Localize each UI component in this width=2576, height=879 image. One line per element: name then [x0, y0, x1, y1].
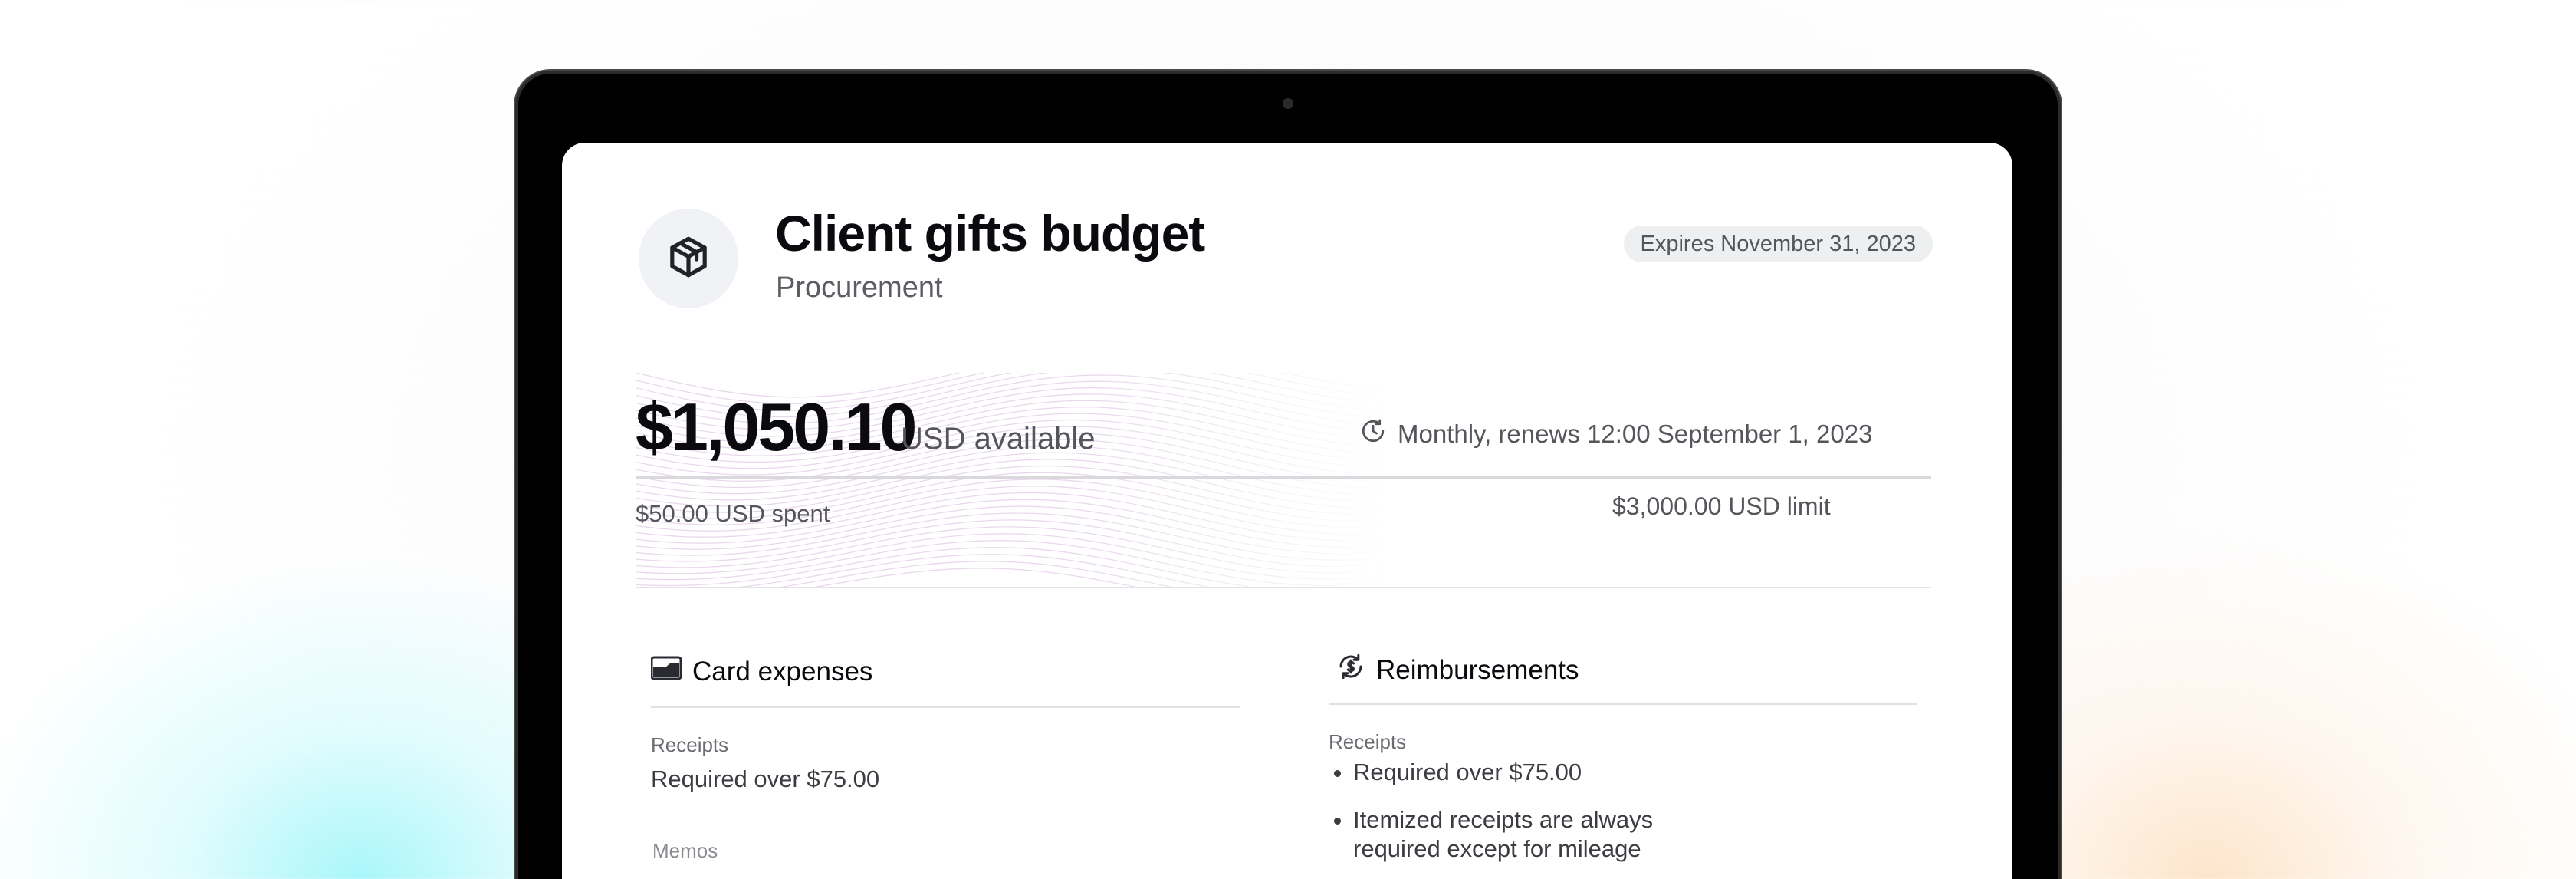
list-item: Required over $75.00	[1353, 758, 1691, 787]
spend-progress-track	[636, 476, 1931, 479]
card-expenses-heading: Card expenses	[650, 655, 873, 688]
list-item: Itemized receipts are always required ex…	[1353, 805, 1691, 864]
clock-icon	[1359, 417, 1387, 451]
page-title: Client gifts budget	[775, 205, 1205, 262]
limit-amount: $3,000.00 USD limit	[1612, 492, 1831, 520]
reimbursement-receipts-label: Receipts	[1329, 730, 1407, 753]
camera-dot	[1283, 98, 1293, 109]
card-expenses-rule	[651, 706, 1240, 708]
available-label: USD available	[901, 422, 1096, 456]
department-label: Procurement	[776, 272, 943, 304]
reimbursements-title: Reimbursements	[1376, 654, 1579, 685]
card-expenses-title: Card expenses	[692, 656, 873, 686]
budget-screen: Client gifts budget Procurement Expires …	[562, 143, 2013, 879]
laptop-frame: Client gifts budget Procurement Expires …	[518, 74, 2058, 879]
card-memos-label: Memos	[652, 839, 718, 862]
box-icon	[665, 233, 712, 285]
card-receipts-label: Receipts	[651, 733, 729, 756]
spent-amount: $50.00 USD spent	[636, 500, 830, 527]
card-icon	[650, 655, 682, 688]
section-divider	[636, 587, 1931, 588]
reimbursements-heading: Reimbursements	[1336, 652, 1579, 688]
renewal-info: Monthly, renews 12:00 September 1, 2023	[1359, 417, 1872, 451]
dollar-cycle-icon	[1336, 652, 1365, 688]
renewal-text: Monthly, renews 12:00 September 1, 2023	[1398, 420, 1873, 448]
reimbursement-rules-list: Required over $75.00 Itemized receipts a…	[1329, 758, 1691, 879]
card-receipts-value: Required over $75.00	[651, 765, 880, 792]
expiry-badge: Expires November 31, 2023	[1623, 226, 1933, 262]
reimbursements-rule	[1329, 703, 1917, 705]
budget-icon-badge	[639, 209, 738, 308]
available-amount: $1,050.10	[636, 389, 917, 465]
